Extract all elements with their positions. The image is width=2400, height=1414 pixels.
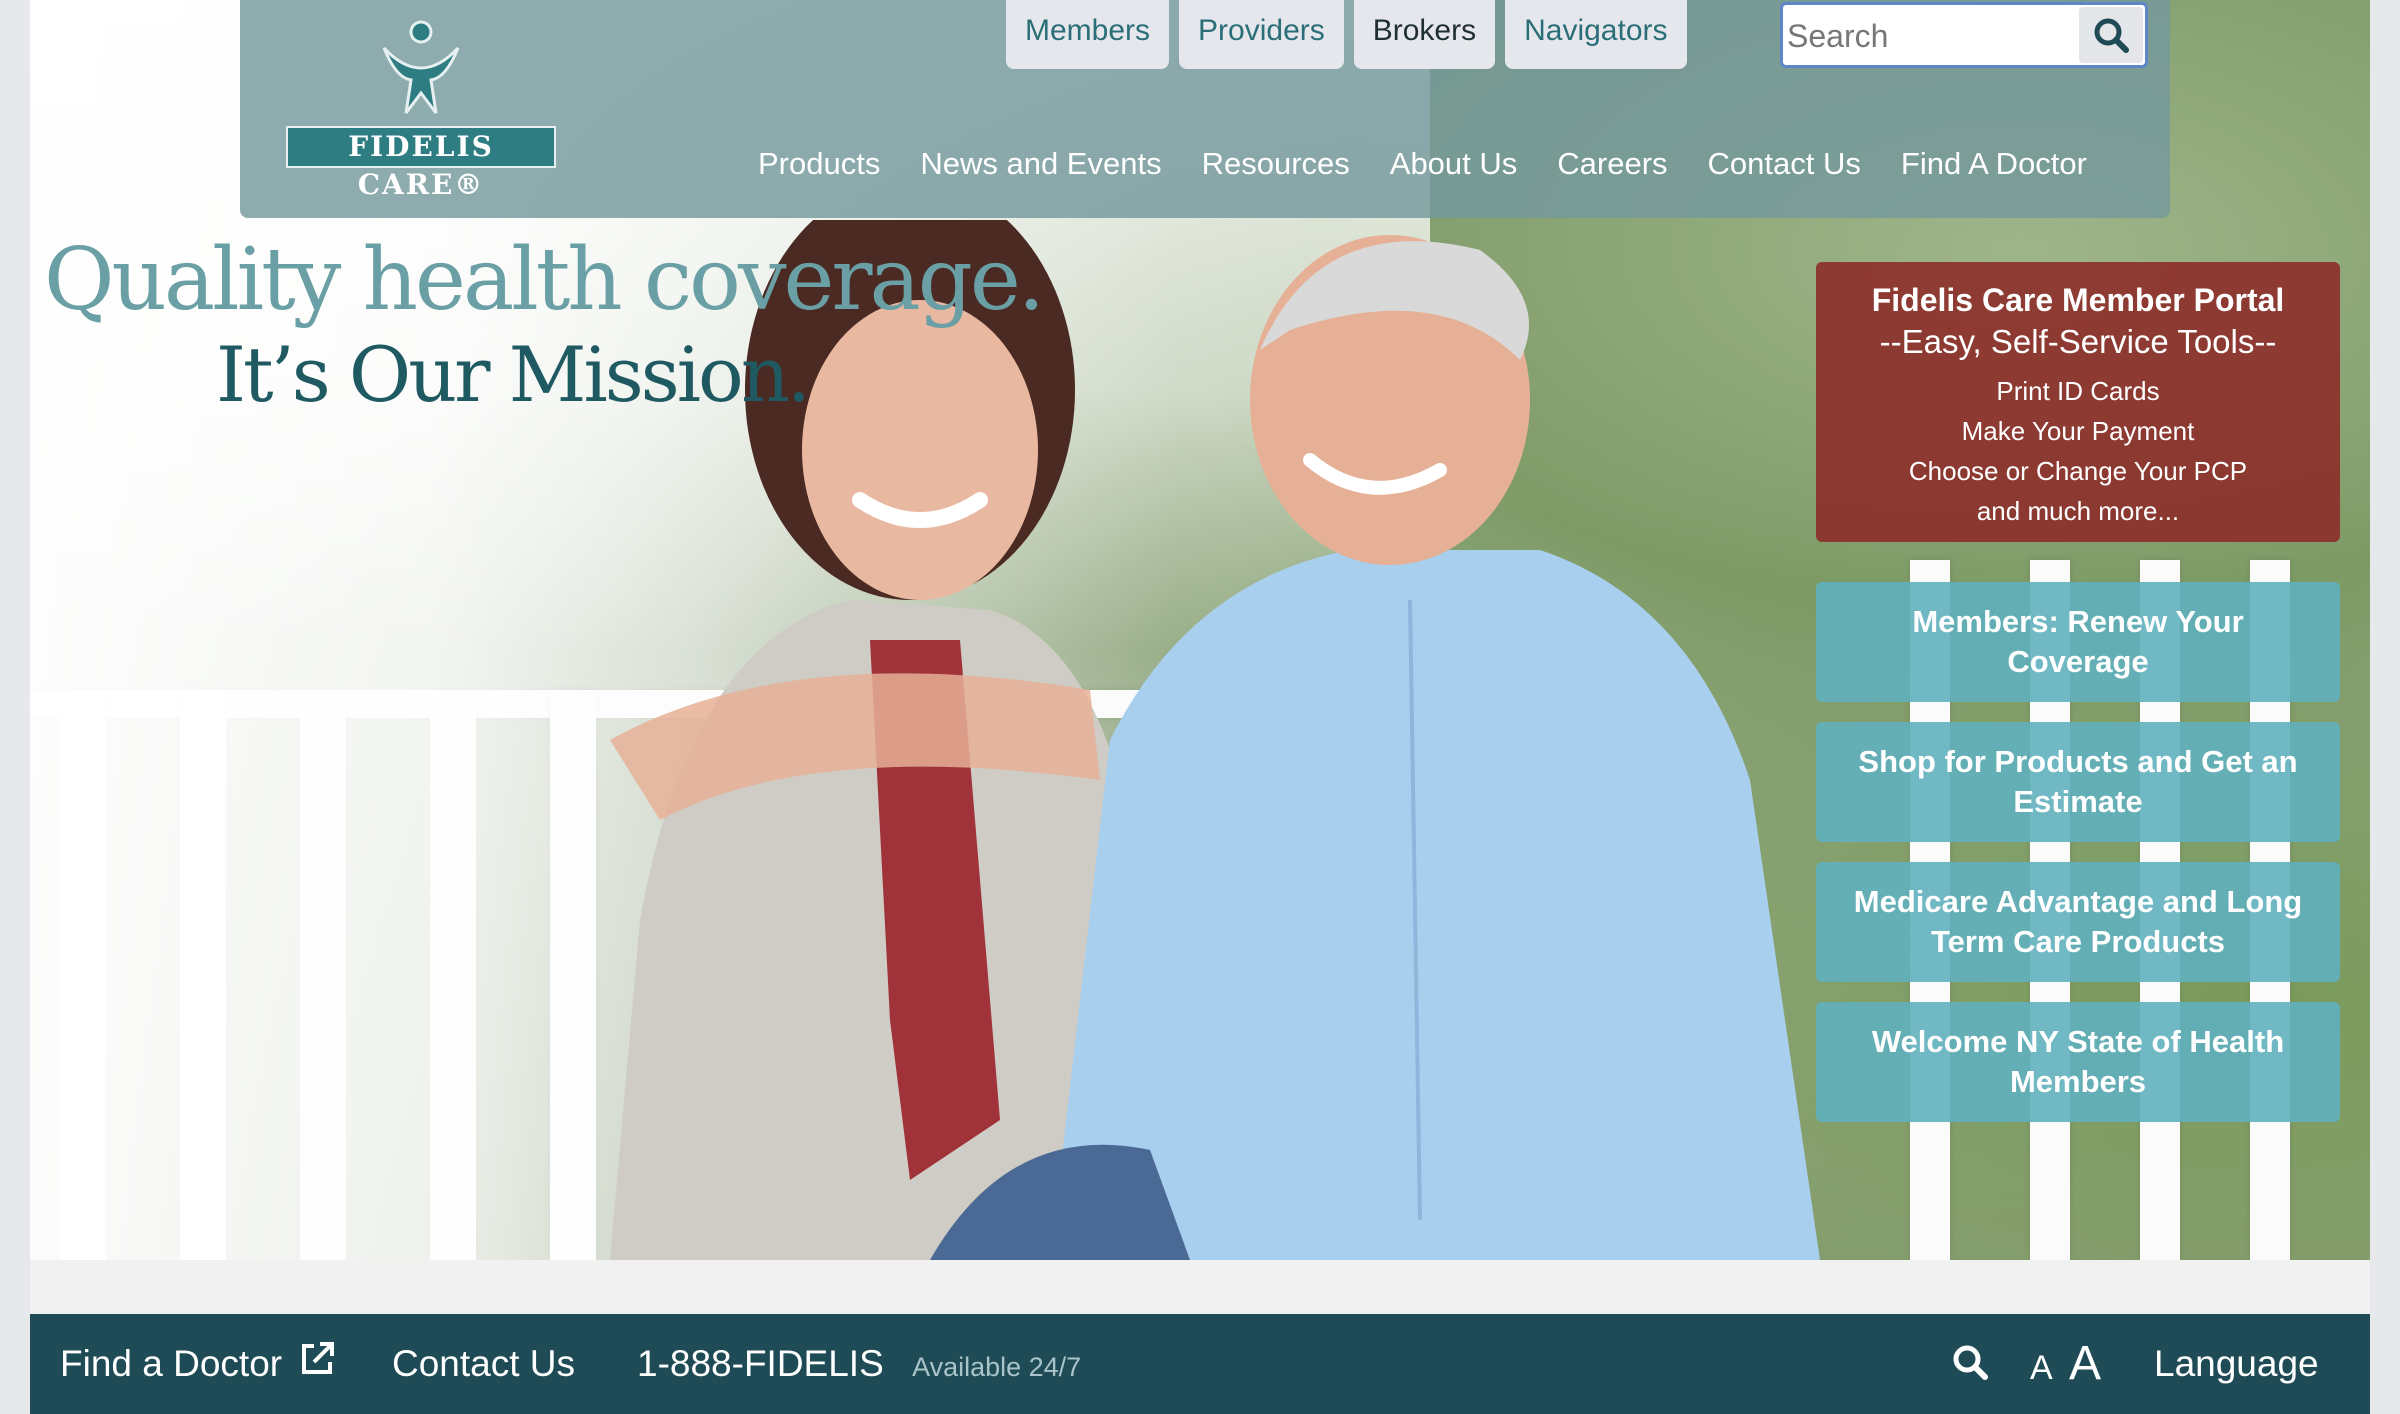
tab-navigators[interactable]: Navigators	[1505, 0, 1687, 69]
portal-item: Choose or Change Your PCP	[1908, 456, 2248, 486]
search-icon	[1953, 1345, 1988, 1380]
fidelis-logo[interactable]: FIDELIS CARE®	[286, 18, 556, 201]
tab-brokers[interactable]: Brokers	[1353, 0, 1496, 69]
logo-wordmark: FIDELIS CARE®	[286, 126, 556, 201]
footer-phone[interactable]: 1-888-FIDELIS Available 24/7	[637, 1314, 1081, 1414]
nav-products[interactable]: Products	[758, 146, 880, 182]
portal-items: Print ID Cards Make Your Payment Choose …	[1816, 371, 2340, 531]
nav-careers[interactable]: Careers	[1557, 146, 1667, 182]
cta-medicare-advantage[interactable]: Medicare Advantage and Long Term Care Pr…	[1816, 862, 2340, 982]
portal-title: Fidelis Care Member Portal	[1871, 282, 2285, 318]
portal-subtitle: --Easy, Self-Service Tools--	[1879, 323, 2277, 360]
external-link-icon	[302, 1342, 335, 1374]
nav-news-and-events[interactable]: News and Events	[920, 146, 1161, 182]
page: FIDELIS CARE® Members Providers Brokers …	[30, 0, 2370, 1414]
tab-providers[interactable]: Providers	[1179, 0, 1344, 69]
hero-tagline-secondary: It’s Our Mission.	[216, 330, 811, 419]
nav-find-a-doctor[interactable]: Find A Doctor	[1901, 146, 2087, 182]
footer-find-doctor[interactable]: Find a Doctor	[60, 1314, 336, 1414]
text-size-controls: A A	[2030, 1314, 2101, 1414]
search-input[interactable]	[1785, 9, 2079, 63]
text-size-small-button[interactable]: A	[2030, 1349, 2053, 1387]
nav-contact-us[interactable]: Contact Us	[1708, 146, 1861, 182]
cta-renew-coverage[interactable]: Members: Renew Your Coverage	[1816, 582, 2340, 702]
footer-availability: Available 24/7	[912, 1352, 1082, 1382]
site-header: FIDELIS CARE® Members Providers Brokers …	[240, 0, 2170, 218]
search-icon	[2094, 18, 2129, 53]
nav-about-us[interactable]: About Us	[1390, 146, 1518, 182]
portal-item: and much more...	[1976, 496, 2180, 526]
tab-members[interactable]: Members	[1006, 0, 1170, 69]
portal-item: Make Your Payment	[1961, 416, 2195, 446]
audience-tabs: Members Providers Brokers Navigators	[1006, 0, 1687, 69]
language-selector[interactable]: Language	[2154, 1314, 2319, 1414]
text-size-large-button[interactable]: A	[2069, 1337, 2101, 1390]
search-button[interactable]	[2079, 7, 2143, 63]
hero-tagline-primary: Quality health coverage.	[44, 230, 1045, 330]
nav-resources[interactable]: Resources	[1202, 146, 1350, 182]
cta-shop-products[interactable]: Shop for Products and Get an Estimate	[1816, 722, 2340, 842]
cta-ny-state-of-health[interactable]: Welcome NY State of Health Members	[1816, 1002, 2340, 1122]
portal-item: Print ID Cards	[1996, 376, 2160, 406]
footer-search-button[interactable]	[1950, 1314, 1990, 1414]
footer-contact-us[interactable]: Contact Us	[392, 1314, 575, 1414]
main-nav: Products News and Events Resources About…	[758, 146, 2087, 182]
footer-find-doctor-label: Find a Doctor	[60, 1343, 283, 1384]
logo-figure-icon	[382, 20, 460, 114]
footer-phone-number: 1-888-FIDELIS	[637, 1343, 884, 1384]
search-box	[1780, 2, 2148, 68]
footer-toolbar: Find a Doctor Contact Us 1-888-FIDELIS A…	[30, 1314, 2370, 1414]
member-portal-box[interactable]: Fidelis Care Member Portal --Easy, Self-…	[1816, 262, 2340, 542]
